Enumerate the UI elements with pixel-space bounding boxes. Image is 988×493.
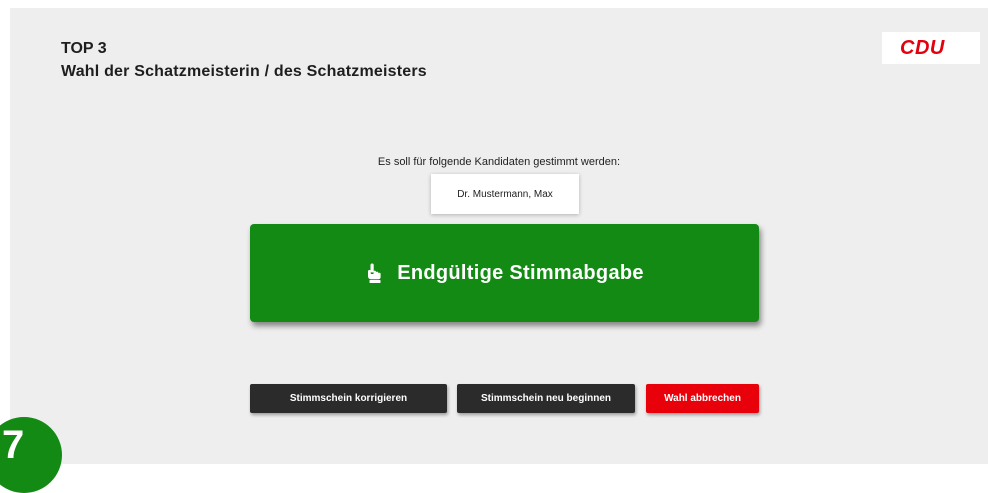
candidate-card: Dr. Mustermann, Max xyxy=(431,174,579,214)
restart-ballot-button[interactable]: Stimmschein neu beginnen xyxy=(457,384,635,413)
ballot-instruction: Es soll für folgende Kandidaten gestimmt… xyxy=(377,156,621,168)
party-logo: CDU xyxy=(882,32,980,64)
logo-text: CDU xyxy=(900,37,945,59)
step-number: 7 xyxy=(2,423,25,467)
pointing-hand-icon xyxy=(368,263,381,283)
final-vote-label: Endgültige Stimmabgabe xyxy=(397,261,644,284)
final-vote-button[interactable]: Endgültige Stimmabgabe xyxy=(250,224,759,322)
topic-number: TOP 3 xyxy=(61,40,107,57)
correct-ballot-button[interactable]: Stimmschein korrigieren xyxy=(250,384,447,413)
candidate-name: Dr. Mustermann, Max xyxy=(457,188,553,200)
topic-title: Wahl der Schatzmeisterin / des Schatzmei… xyxy=(61,63,427,80)
voting-screen: TOP 3 Wahl der Schatzmeisterin / des Sch… xyxy=(10,8,988,464)
cancel-vote-button[interactable]: Wahl abbrechen xyxy=(646,384,759,413)
